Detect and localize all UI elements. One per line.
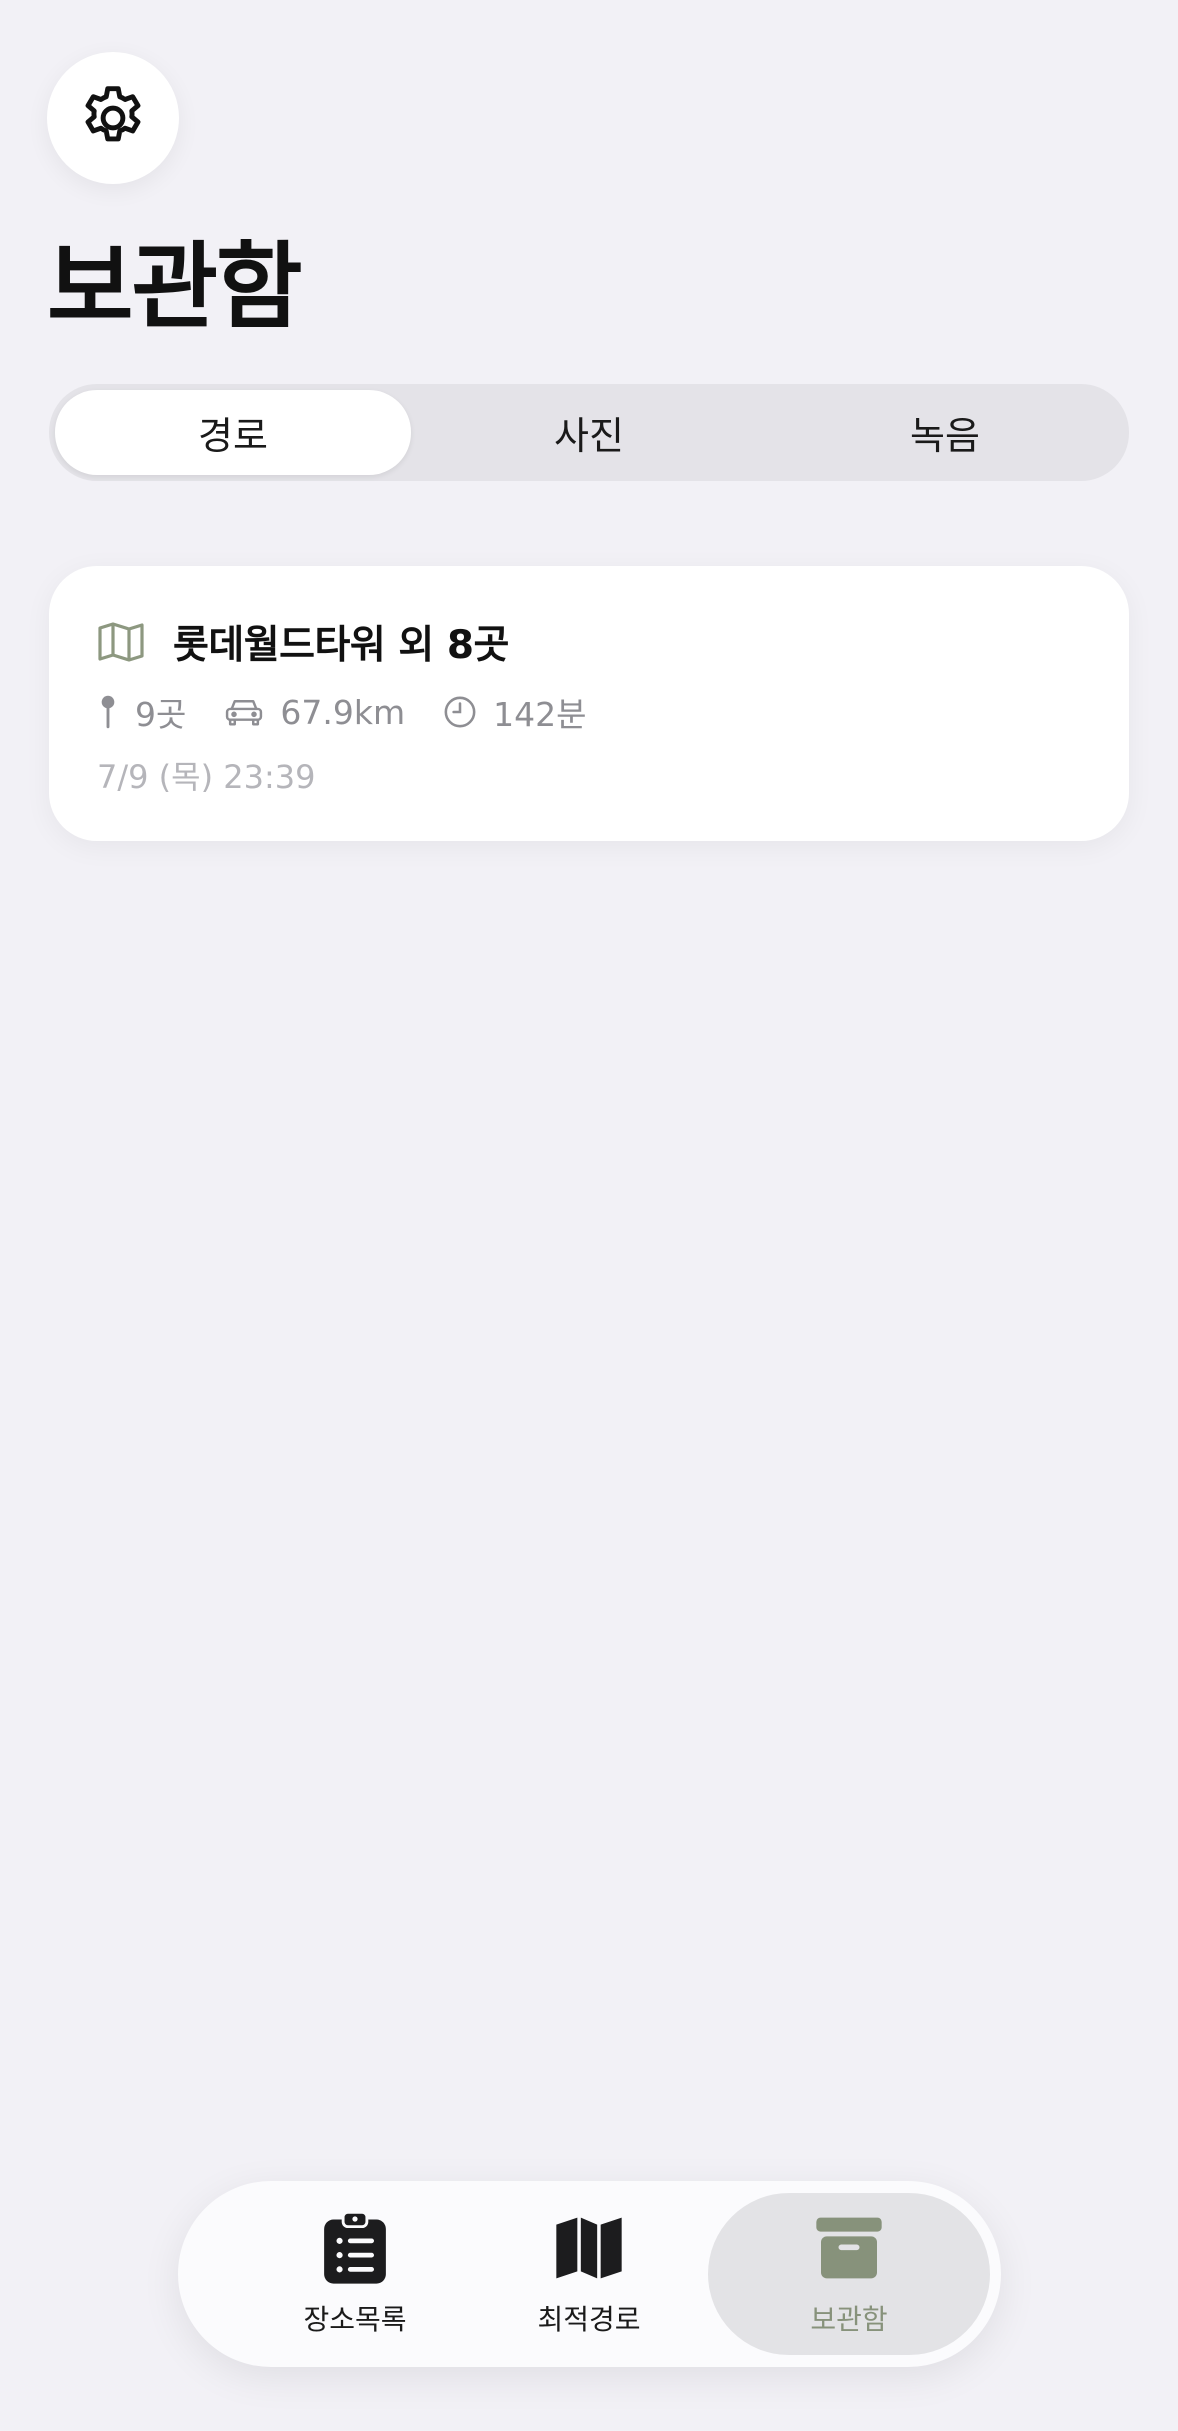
segment-recording[interactable]: 녹음 (767, 390, 1123, 475)
pin-icon (101, 695, 115, 729)
route-card-title-row: 롯데월드타워 외 8곳 (97, 614, 509, 670)
tab-archive[interactable]: 보관함 (708, 2193, 990, 2355)
tab-place-list-label: 장소목록 (303, 2303, 407, 2336)
page-title: 보관함 (47, 233, 302, 342)
route-distance: 67.9km (224, 693, 405, 732)
route-card[interactable]: 롯데월드타워 외 8곳 9곳 67.9km 142분 7/9 (목) 23:39 (49, 566, 1129, 841)
segment-route[interactable]: 경로 (55, 390, 411, 475)
route-date: 7/9 (목) 23:39 (97, 758, 316, 796)
clock-icon (444, 696, 476, 728)
clipboard-list-icon (324, 2210, 386, 2284)
gear-icon (85, 86, 141, 142)
settings-button[interactable] (47, 52, 179, 184)
route-meta: 9곳 67.9km 142분 (97, 688, 624, 736)
tab-optimal-route-label: 최적경로 (537, 2303, 641, 2336)
segmented-control: 경로 사진 녹음 (49, 384, 1129, 481)
route-title: 롯데월드타워 외 8곳 (173, 623, 509, 668)
archive-screen: 보관함 경로 사진 녹음 롯데월드타워 외 8곳 9곳 67.9km 142분 … (0, 0, 1178, 2431)
archive-box-icon (816, 2217, 882, 2279)
route-places: 9곳 (97, 688, 186, 736)
bottom-tab-bar: 장소목록 최적경로 보관함 (178, 2181, 1001, 2367)
route-distance-value: 67.9km (280, 692, 406, 732)
map-icon (556, 2217, 622, 2279)
route-places-value: 9곳 (135, 695, 187, 734)
map-icon (98, 622, 144, 662)
car-icon (226, 700, 263, 726)
route-duration-value: 142분 (493, 695, 587, 734)
tab-optimal-route[interactable]: 최적경로 (448, 2193, 730, 2355)
segment-photo[interactable]: 사진 (411, 390, 767, 475)
tab-archive-label: 보관함 (810, 2303, 888, 2336)
route-duration: 142분 (443, 688, 586, 736)
